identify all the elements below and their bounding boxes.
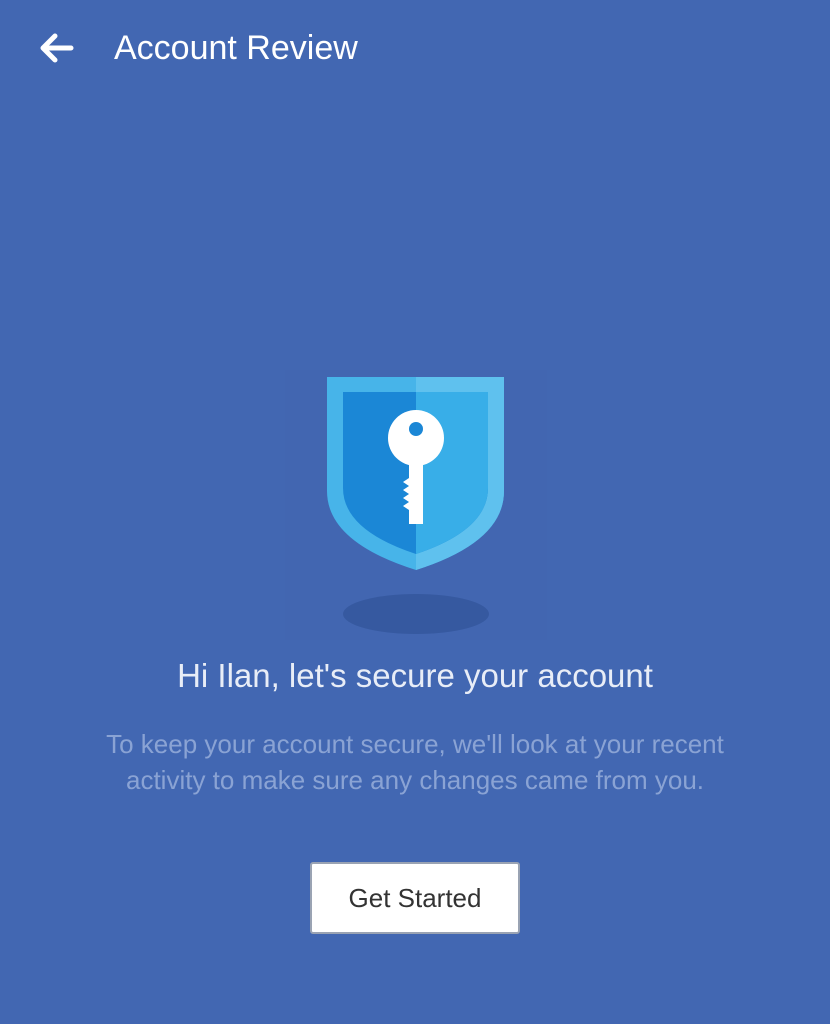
- back-button[interactable]: [26, 22, 86, 74]
- page-title: Account Review: [114, 29, 358, 67]
- headline: Hi Ilan, let's secure your account: [177, 657, 653, 694]
- arrow-left-icon: [40, 33, 74, 63]
- app-bar: Account Review: [0, 0, 830, 96]
- description-text: To keep your account secure, we'll look …: [106, 729, 724, 795]
- get-started-button[interactable]: Get Started: [310, 862, 520, 934]
- illustration: [285, 370, 547, 640]
- shield-key-icon: [285, 370, 547, 640]
